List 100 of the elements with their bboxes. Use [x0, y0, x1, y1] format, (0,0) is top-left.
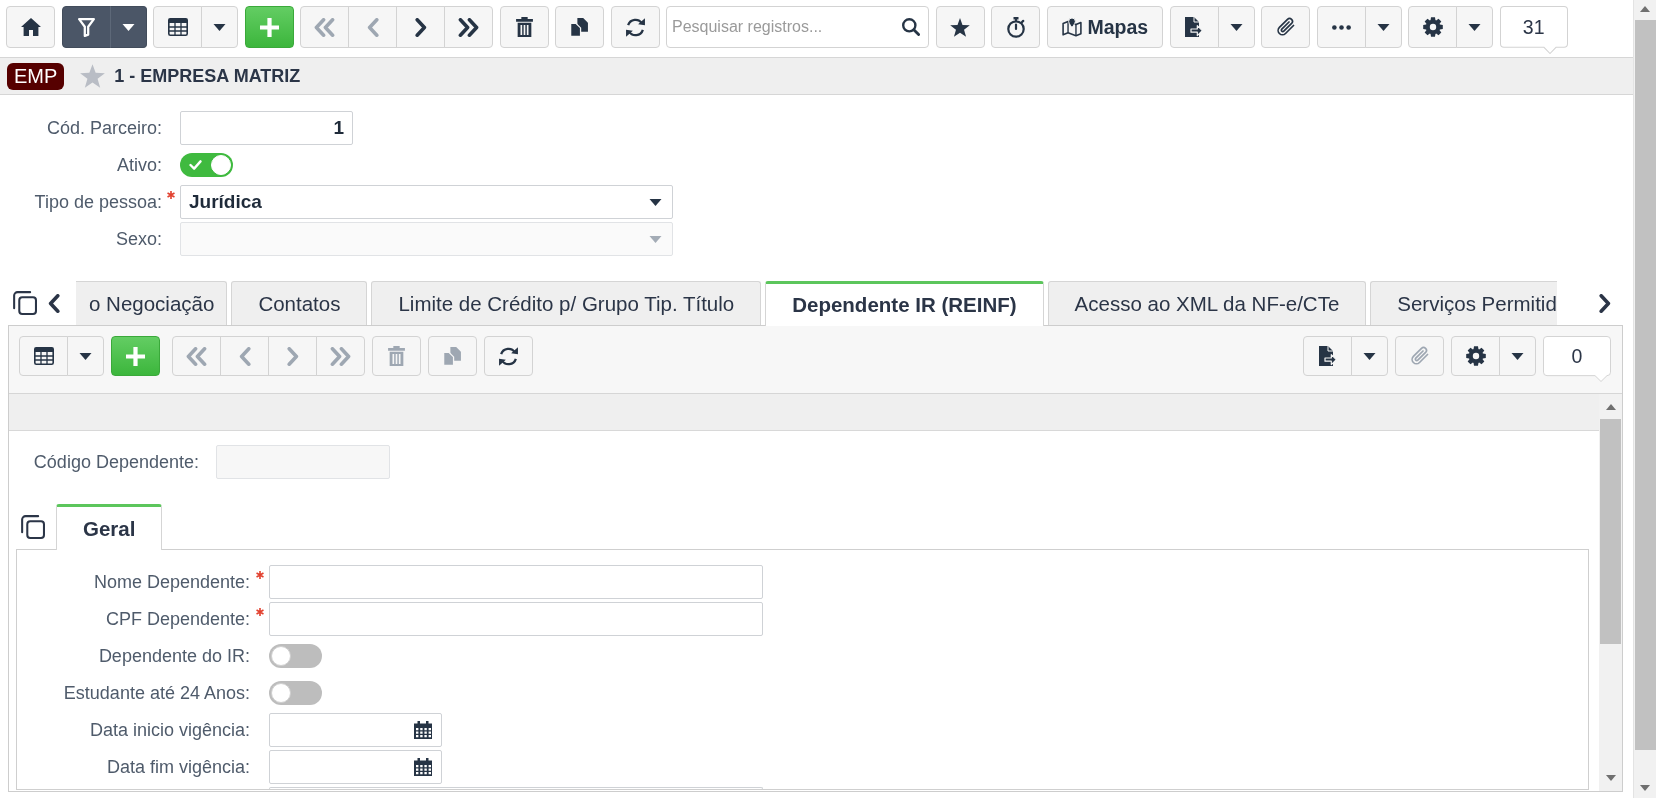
- field-label: Sexo:: [115, 228, 162, 250]
- add-button[interactable]: [111, 336, 160, 376]
- table-icon: [167, 18, 188, 36]
- file-export-icon: [1318, 346, 1337, 366]
- chevron-right-icon: [414, 17, 427, 37]
- caret-icon: [1376, 23, 1390, 31]
- caret-icon: [1363, 352, 1376, 360]
- grid-view-button[interactable]: [19, 336, 68, 376]
- plus-icon: [259, 17, 279, 37]
- next-record-button[interactable]: [396, 6, 445, 48]
- caret-icon: [1229, 23, 1243, 31]
- field-label: Código Dependente:: [33, 451, 199, 473]
- date-field[interactable]: [269, 750, 442, 784]
- maps-button[interactable]: Mapas: [1046, 6, 1164, 48]
- attach-button[interactable]: [1261, 6, 1311, 48]
- tab[interactable]: Acesso ao XML da NF-e/CTe: [1047, 281, 1367, 325]
- trash-icon: [388, 346, 405, 366]
- duplicate-button[interactable]: [555, 6, 604, 48]
- field-label: CPF Dependente:: [105, 608, 250, 630]
- caret-icon: [121, 23, 135, 31]
- gear-icon: [1465, 346, 1486, 366]
- double-chevron-left-icon: [314, 17, 335, 37]
- filter-button[interactable]: [61, 6, 111, 48]
- timer-button[interactable]: [991, 6, 1040, 48]
- star-icon[interactable]: [80, 64, 106, 88]
- map-icon: [1061, 17, 1082, 37]
- chevron-right-icon: [286, 346, 299, 366]
- filter-icon: [77, 17, 95, 37]
- caret-icon: [79, 352, 92, 360]
- refresh-button[interactable]: [484, 336, 533, 376]
- field-label: Ativo:: [116, 154, 162, 176]
- tab[interactable]: Serviços Permitid: [1370, 281, 1557, 325]
- tab[interactable]: Contatos: [231, 281, 368, 325]
- caret-icon: [1468, 23, 1482, 31]
- copy-icon[interactable]: [21, 514, 45, 539]
- scroll-up-icon[interactable]: [1640, 6, 1650, 12]
- chevron-right-icon[interactable]: [1599, 293, 1611, 313]
- select-field[interactable]: Jurídica: [180, 185, 673, 219]
- gear-icon: [1422, 17, 1443, 37]
- field-label: Dependente do IR:: [98, 645, 250, 667]
- toggle-switch[interactable]: [269, 644, 322, 668]
- scroll-down-icon[interactable]: [1605, 775, 1616, 781]
- calendar-icon: [414, 758, 432, 776]
- chevron-left-icon[interactable]: [48, 293, 60, 313]
- dropdown-button[interactable]: [109, 6, 147, 48]
- caret-icon: [649, 198, 662, 206]
- tab[interactable]: o Negociação: [76, 281, 228, 325]
- copy-icon[interactable]: [13, 291, 37, 315]
- stopwatch-icon: [1006, 16, 1025, 38]
- record-count: 31: [1499, 6, 1568, 54]
- settings-button[interactable]: [1408, 6, 1458, 48]
- scrollbar-thumb[interactable]: [1600, 419, 1621, 644]
- caret-icon: [1511, 352, 1524, 360]
- scroll-down-icon[interactable]: [1640, 785, 1650, 791]
- refresh-button[interactable]: [610, 6, 660, 48]
- date-field[interactable]: [269, 713, 442, 747]
- record-count: 0: [1543, 336, 1611, 382]
- tab[interactable]: Dependente IR (REINF): [765, 281, 1044, 326]
- grid-view-button[interactable]: [153, 6, 202, 48]
- favorites-button[interactable]: [935, 6, 985, 48]
- tab[interactable]: Limite de Crédito p/ Grupo Tip. Título: [371, 281, 762, 325]
- field-label: Estudante até 24 Anos:: [63, 682, 250, 704]
- copy-icon: [570, 17, 589, 37]
- settings-button[interactable]: [1451, 336, 1500, 376]
- export-button[interactable]: [1303, 336, 1352, 376]
- double-chevron-right-icon: [458, 17, 479, 37]
- input-field[interactable]: [269, 602, 763, 636]
- copy-icon: [443, 346, 462, 366]
- add-button[interactable]: [244, 6, 294, 48]
- more-button[interactable]: [1316, 6, 1366, 48]
- paperclip-icon: [1275, 17, 1296, 37]
- search-icon[interactable]: [902, 18, 920, 36]
- field-label: Nome Dependente:: [93, 571, 250, 593]
- last-record-button[interactable]: [444, 6, 493, 48]
- double-chevron-left-icon: [186, 346, 207, 366]
- input-field[interactable]: [269, 565, 763, 599]
- export-button[interactable]: [1169, 6, 1219, 48]
- plus-icon: [126, 346, 145, 366]
- caret-icon: [213, 23, 226, 31]
- home-button[interactable]: [6, 6, 55, 48]
- toggle-switch[interactable]: [269, 681, 322, 705]
- refresh-icon: [624, 16, 646, 38]
- caret-icon: [649, 235, 662, 243]
- chevron-left-icon: [366, 17, 379, 37]
- search-field[interactable]: Pesquisar registros...: [666, 6, 929, 48]
- scrollbar[interactable]: [1599, 394, 1622, 791]
- double-chevron-right-icon: [330, 346, 351, 366]
- field-label: Cód. Parceiro:: [46, 117, 162, 139]
- refresh-icon: [498, 345, 519, 367]
- star-icon: [950, 17, 970, 37]
- scroll-up-icon[interactable]: [1605, 404, 1616, 410]
- field-label: Data fim vigência:: [106, 756, 250, 778]
- chevron-left-icon: [238, 346, 251, 366]
- input-field[interactable]: 1: [180, 111, 353, 145]
- tab[interactable]: Geral: [56, 504, 163, 550]
- paperclip-icon: [1409, 346, 1430, 366]
- toggle-switch[interactable]: [180, 153, 233, 177]
- field-label: Data inicio vigência:: [89, 719, 250, 741]
- delete-button[interactable]: [499, 6, 549, 48]
- table-icon: [33, 347, 54, 365]
